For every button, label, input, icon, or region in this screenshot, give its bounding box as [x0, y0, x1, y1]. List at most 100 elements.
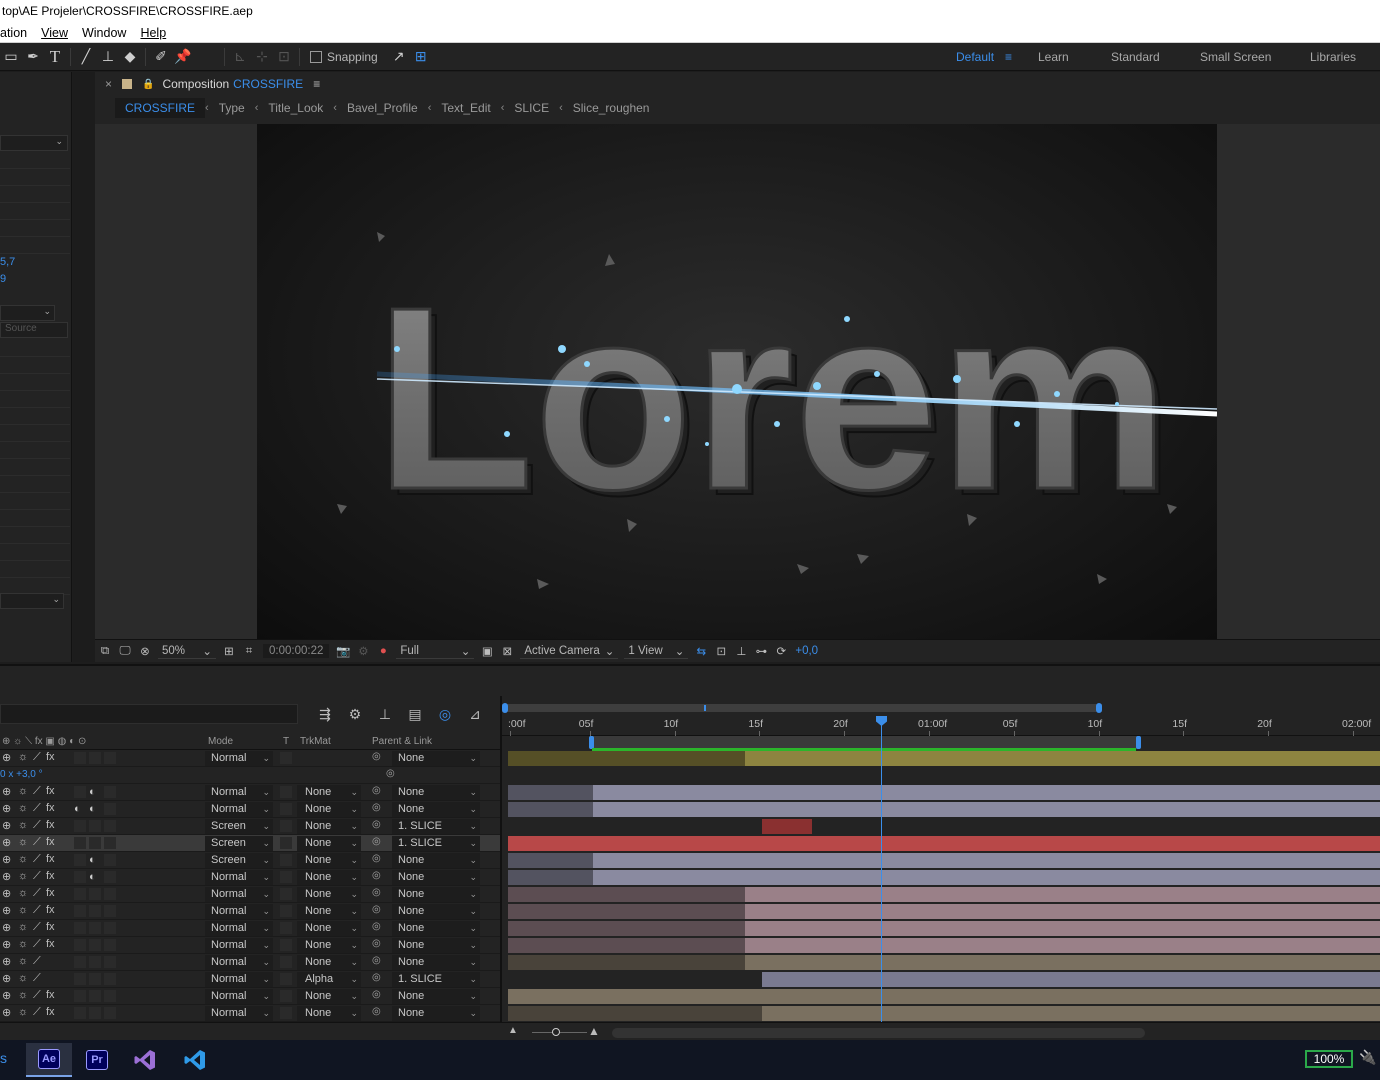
collapse-switch-icon[interactable]: ☼: [18, 921, 28, 933]
effect-switch-icon[interactable]: fx: [46, 751, 55, 763]
parent-pickwhip-icon[interactable]: ◎: [372, 887, 381, 898]
panel-menu-icon[interactable]: ≡: [313, 77, 320, 91]
effect-switch-icon[interactable]: fx: [46, 802, 55, 814]
breadcrumb-item[interactable]: Bavel_Profile: [337, 98, 428, 118]
flowchart-icon[interactable]: ⊶: [751, 644, 771, 658]
layer-row[interactable]: ⊕ ☼ ⟋ fx ◐ ◐ Normal ⌄ None ⌄ ◎ None ⌄: [0, 801, 500, 818]
effect-dropdown[interactable]: ⌄: [0, 135, 68, 151]
shy-switch-icon[interactable]: ⊕: [2, 904, 11, 917]
blend-mode-dropdown[interactable]: Normal ⌄: [205, 921, 273, 936]
zoom-in-icon[interactable]: ▲: [588, 1024, 600, 1038]
eraser-tool-icon[interactable]: ◆: [119, 46, 141, 68]
layer-row[interactable]: ⊕ ☼ ⟋ fx Normal ⌄ ◎ None ⌄: [0, 750, 500, 767]
layer-bar-outside-work-area[interactable]: [508, 955, 746, 970]
layer-switch-box[interactable]: [89, 922, 101, 934]
world-axis-icon[interactable]: ⊹: [251, 46, 273, 68]
effect-switch-icon[interactable]: fx: [46, 938, 55, 950]
layer-switch-box[interactable]: [104, 752, 116, 764]
monitor-icon[interactable]: 🖵: [115, 645, 135, 658]
collapse-switch-icon[interactable]: ☼: [18, 904, 28, 916]
layer-switch-box[interactable]: [74, 837, 86, 849]
fast-draft-icon[interactable]: ⊡: [711, 644, 731, 658]
local-axis-icon[interactable]: ⊾: [229, 46, 251, 68]
layer-bar-outside-work-area[interactable]: [508, 904, 746, 919]
toggle-pixel-aspect-icon[interactable]: ⇆: [691, 644, 711, 658]
layer-bar-outside-work-area[interactable]: [508, 887, 746, 902]
preserve-transparency-checkbox[interactable]: [280, 990, 292, 1002]
navigator-end-handle[interactable]: [1096, 703, 1102, 713]
track-matte-dropdown[interactable]: None ⌄: [297, 938, 361, 953]
collapse-switch-icon[interactable]: ☼: [18, 989, 28, 1001]
track-matte-dropdown[interactable]: None ⌄: [297, 836, 361, 851]
quality-switch-icon[interactable]: ⟋: [33, 836, 41, 849]
work-area-end-handle[interactable]: [1136, 736, 1141, 749]
blend-mode-dropdown[interactable]: Normal ⌄: [205, 955, 273, 970]
timeline-horizontal-scrollbar[interactable]: [612, 1028, 1145, 1038]
collapse-switch-icon[interactable]: ☼: [18, 853, 28, 865]
effect-switch-icon[interactable]: fx: [46, 819, 55, 831]
composition-tab[interactable]: × 🔒 Composition CROSSFIRE ≡: [95, 72, 1380, 96]
blend-mode-dropdown[interactable]: Normal ⌄: [205, 785, 273, 800]
property-dropdown[interactable]: ⌄: [0, 305, 55, 321]
layer-bar[interactable]: [745, 751, 1380, 766]
workspace-learn[interactable]: Learn: [1038, 43, 1069, 71]
layer-bar-outside-work-area[interactable]: [508, 921, 746, 936]
close-icon[interactable]: ×: [105, 77, 112, 91]
blend-mode-dropdown[interactable]: Screen ⌄: [205, 853, 273, 868]
layer-switch-box[interactable]: [89, 939, 101, 951]
menu-item-view[interactable]: View: [41, 26, 68, 40]
layer-switch-box[interactable]: ◐: [74, 803, 86, 815]
taskbar-premiere-pro[interactable]: Pr: [74, 1043, 120, 1077]
layer-bar-outside-work-area[interactable]: [508, 785, 593, 800]
preserve-transparency-checkbox[interactable]: [280, 786, 292, 798]
blend-mode-dropdown[interactable]: Normal ⌄: [205, 989, 273, 1004]
magnification-dropdown[interactable]: 50% ⌄: [158, 643, 216, 659]
layer-row[interactable]: ⊕ ☼ ⟋ fx ◐ Normal ⌄ None ⌄ ◎ None ⌄: [0, 869, 500, 886]
shy-switch-icon[interactable]: ⊕: [2, 870, 11, 883]
quality-switch-icon[interactable]: ⟋: [33, 887, 41, 900]
parent-pickwhip-icon[interactable]: ◎: [372, 853, 381, 864]
track-matte-dropdown[interactable]: None ⌄: [297, 921, 361, 936]
layer-switch-box[interactable]: [89, 973, 101, 985]
source-dropdown[interactable]: Source: [0, 322, 68, 338]
layer-switch-box[interactable]: [74, 939, 86, 951]
parent-dropdown[interactable]: None ⌄: [392, 1006, 480, 1021]
current-time-display[interactable]: 0:00:00:22: [263, 644, 330, 658]
layer-switch-box[interactable]: [104, 973, 116, 985]
quality-switch-icon[interactable]: ⟋: [33, 870, 41, 883]
track-matte-dropdown[interactable]: None ⌄: [297, 870, 361, 885]
brush-tool-icon[interactable]: ╱: [75, 46, 97, 68]
parent-pickwhip-icon[interactable]: ◎: [372, 904, 381, 915]
layer-bar-outside-work-area[interactable]: [508, 1006, 763, 1021]
layer-switch-box[interactable]: [89, 837, 101, 849]
layer-row[interactable]: ⊕ ☼ ⟋ Normal ⌄ Alpha ⌄ ◎ 1. SLICE ⌄: [0, 971, 500, 988]
layer-bar[interactable]: [745, 887, 1380, 902]
preserve-transparency-checkbox[interactable]: [280, 803, 292, 815]
shy-switch-icon[interactable]: ⊕: [2, 853, 11, 866]
parent-dropdown[interactable]: 1. SLICE ⌄: [392, 836, 480, 851]
rectangle-tool-icon[interactable]: ▭: [0, 46, 22, 68]
parent-pickwhip-icon[interactable]: ◎: [372, 819, 381, 830]
layer-bar[interactable]: [762, 1006, 1380, 1021]
layer-switch-box[interactable]: [89, 956, 101, 968]
layer-switch-box[interactable]: [89, 752, 101, 764]
breadcrumb-item[interactable]: Slice_roughen: [563, 98, 660, 118]
layer-bar[interactable]: [762, 972, 1380, 987]
track-matte-dropdown[interactable]: None ⌄: [297, 1006, 361, 1021]
layer-switch-box[interactable]: ◐: [89, 786, 101, 798]
parent-dropdown[interactable]: None ⌄: [392, 955, 480, 970]
workspace-default[interactable]: Default: [956, 43, 994, 71]
parent-dropdown[interactable]: None ⌄: [392, 802, 480, 817]
layer-switch-box[interactable]: [104, 837, 116, 849]
workspace-small-screen[interactable]: Small Screen: [1200, 43, 1271, 71]
layer-switch-box[interactable]: [74, 990, 86, 1002]
preserve-transparency-checkbox[interactable]: [280, 905, 292, 917]
breadcrumb-item[interactable]: Type: [209, 98, 255, 118]
quality-switch-icon[interactable]: ⟋: [33, 904, 41, 917]
effect-switch-icon[interactable]: fx: [46, 904, 55, 916]
parent-dropdown[interactable]: None ⌄: [392, 887, 480, 902]
preserve-transparency-checkbox[interactable]: [280, 820, 292, 832]
layer-row[interactable]: ⊕ ☼ ⟋ fx ◐ Screen ⌄ None ⌄ ◎ None ⌄: [0, 852, 500, 869]
preserve-transparency-checkbox[interactable]: [280, 837, 292, 849]
fast-preview-icon[interactable]: ▣: [477, 644, 497, 658]
